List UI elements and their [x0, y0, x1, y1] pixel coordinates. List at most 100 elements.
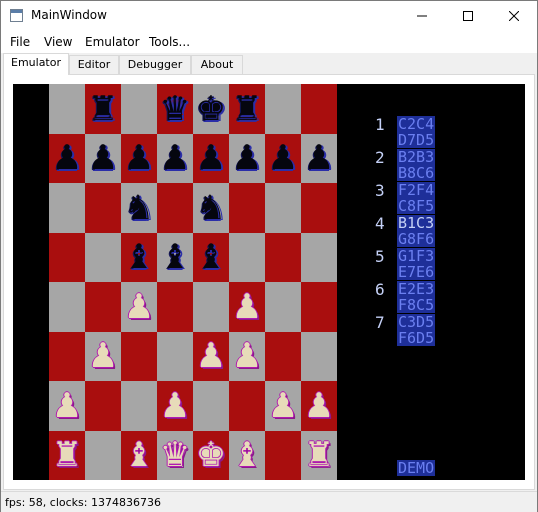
board-square — [265, 282, 301, 332]
move-number: 6 — [375, 280, 385, 299]
close-icon — [508, 10, 520, 22]
black-king-icon: ♚ — [195, 88, 227, 129]
board-square — [85, 381, 121, 431]
menu-view[interactable]: View — [44, 35, 72, 49]
title-bar[interactable]: MainWindow — [1, 1, 537, 32]
tab-about[interactable]: About — [191, 55, 243, 74]
white-bishop-icon: ♝ — [231, 435, 263, 476]
move-number: 1 — [375, 115, 385, 134]
black-move: E7E6 — [397, 263, 436, 281]
board-square — [229, 232, 265, 282]
board-square — [265, 331, 301, 381]
board-square — [85, 282, 121, 332]
demo-label: DEMO — [397, 459, 436, 477]
board-square — [301, 282, 337, 332]
white-pawn-icon: ♟ — [195, 336, 227, 377]
board-square — [121, 84, 157, 134]
board-square — [121, 381, 157, 431]
black-move: G8F6 — [397, 230, 436, 248]
board-square — [49, 84, 85, 134]
close-button[interactable] — [491, 1, 537, 32]
black-bishop-icon: ♝ — [123, 237, 155, 278]
board-square — [193, 282, 229, 332]
white-pawn-icon: ♟ — [123, 286, 155, 327]
app-window-icon — [10, 9, 23, 22]
status-bar: fps: 58, clocks: 1374836736 — [1, 491, 537, 512]
move-number: 5 — [375, 247, 385, 266]
board-square — [265, 430, 301, 480]
main-window: MainWindow File View Emulator Tools... E… — [0, 0, 538, 512]
white-pawn-icon: ♟ — [159, 385, 191, 426]
white-move: E2E3 — [397, 280, 436, 298]
white-rook-icon: ♜ — [51, 435, 83, 476]
white-move: G1F3 — [397, 247, 436, 265]
move-number: 3 — [375, 181, 385, 200]
board-square — [301, 183, 337, 233]
white-pawn-icon: ♟ — [303, 385, 335, 426]
board-square — [265, 232, 301, 282]
board-square — [49, 232, 85, 282]
white-move: F2F4 — [397, 181, 436, 199]
menu-tools[interactable]: Tools... — [149, 35, 190, 49]
board-square — [229, 381, 265, 431]
black-pawn-icon: ♟ — [87, 138, 119, 179]
black-move: F6D5 — [397, 329, 436, 347]
board-square — [301, 232, 337, 282]
board-square — [301, 331, 337, 381]
board-square — [301, 84, 337, 134]
move-number: 7 — [375, 313, 385, 332]
window-title: MainWindow — [31, 8, 107, 22]
minimize-button[interactable] — [399, 1, 445, 32]
board-square — [49, 331, 85, 381]
minimize-icon — [417, 15, 427, 17]
tab-bar: Emulator Editor Debugger About — [1, 53, 537, 75]
black-bishop-icon: ♝ — [159, 237, 191, 278]
move-number: 4 — [375, 214, 385, 233]
tab-emulator[interactable]: Emulator — [3, 53, 69, 75]
white-pawn-icon: ♟ — [231, 336, 263, 377]
black-move: C8F5 — [397, 197, 436, 215]
menu-bar: File View Emulator Tools... — [1, 32, 537, 53]
tab-debugger[interactable]: Debugger — [119, 55, 191, 74]
black-pawn-icon: ♟ — [123, 138, 155, 179]
board-square — [265, 84, 301, 134]
chess-board: ♜ ♛ ♚ ♜ ♟ ♟ ♟ ♟ ♟ ♟ ♟ ♟ ♞ ♞ ♝ ♝ ♝ ♟ ♟ ♟ ♟ ♟ ♟ ♟ ♟ ♟ ♜ ♝ ♛ ♚ ♝ ♜ — [49, 84, 337, 480]
emulator-screen[interactable]: ♜ ♛ ♚ ♜ ♟ ♟ ♟ ♟ ♟ ♟ ♟ ♟ ♞ ♞ ♝ ♝ ♝ ♟ ♟ ♟ ♟ ♟ ♟ ♟ ♟ ♟ ♜ ♝ ♛ ♚ ♝ ♜ 1 C2C4 D7… — [13, 84, 525, 480]
menu-file[interactable]: File — [10, 35, 30, 49]
black-move: F8C5 — [397, 296, 436, 314]
menu-emulator[interactable]: Emulator — [85, 35, 140, 49]
tab-editor[interactable]: Editor — [69, 55, 119, 74]
white-pawn-icon: ♟ — [231, 286, 263, 327]
white-move: B1C3 — [397, 214, 436, 232]
board-square — [265, 183, 301, 233]
black-rook-icon: ♜ — [87, 88, 119, 129]
black-pawn-icon: ♟ — [267, 138, 299, 179]
white-move: C2C4 — [397, 115, 436, 133]
black-pawn-icon: ♟ — [51, 138, 83, 179]
black-rook-icon: ♜ — [231, 88, 263, 129]
maximize-button[interactable] — [445, 1, 491, 32]
white-king-icon: ♚ — [195, 435, 227, 476]
maximize-icon — [463, 11, 473, 21]
black-queen-icon: ♛ — [159, 88, 191, 129]
black-pawn-icon: ♟ — [159, 138, 191, 179]
board-square — [157, 183, 193, 233]
board-square — [49, 282, 85, 332]
board-square — [193, 381, 229, 431]
black-bishop-icon: ♝ — [195, 237, 227, 278]
white-queen-icon: ♛ — [159, 435, 191, 476]
move-number: 2 — [375, 148, 385, 167]
black-pawn-icon: ♟ — [303, 138, 335, 179]
white-pawn-icon: ♟ — [51, 385, 83, 426]
black-knight-icon: ♞ — [123, 187, 155, 228]
black-move: B8C6 — [397, 164, 436, 182]
board-square — [121, 331, 157, 381]
black-pawn-icon: ♟ — [231, 138, 263, 179]
black-pawn-icon: ♟ — [195, 138, 227, 179]
board-square — [85, 430, 121, 480]
white-move: C3D5 — [397, 313, 436, 331]
board-square — [49, 183, 85, 233]
board-square — [229, 183, 265, 233]
board-square — [85, 232, 121, 282]
white-pawn-icon: ♟ — [267, 385, 299, 426]
